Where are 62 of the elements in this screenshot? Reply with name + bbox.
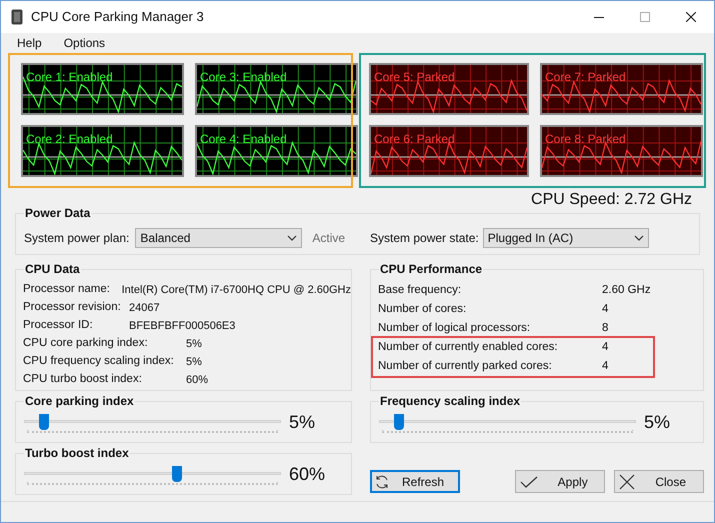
maximize-icon [640, 12, 650, 22]
info-label: Number of cores: [378, 302, 468, 317]
slider-thumb[interactable] [39, 414, 50, 430]
info-value: 5% [186, 354, 202, 370]
info-label: Processor ID: [23, 318, 94, 334]
core-status: Core 2: Enabled [26, 132, 113, 146]
power-state-dropdown[interactable]: Plugged In (AC) [482, 228, 649, 248]
core-status: Core 7: Parked [545, 70, 626, 84]
info-label: Number of currently parked cores: [378, 358, 553, 374]
core-status: Core 8: Parked [545, 132, 626, 146]
core-status: Core 5: Parked [374, 70, 455, 84]
group-title: Frequency scaling index [379, 393, 522, 409]
slider-thumb[interactable] [394, 414, 404, 430]
field-label: System power state: [370, 230, 479, 247]
close-icon [619, 474, 636, 490]
info-value: BFEBFBFF000506E3 [129, 318, 236, 334]
plan-status: Active [312, 230, 346, 247]
info-label: Base frequency: [378, 282, 462, 298]
slider-track[interactable] [379, 412, 636, 436]
chip-icon [11, 9, 23, 25]
checkmark-icon [520, 476, 538, 488]
slider-track[interactable] [24, 412, 281, 436]
minimize-icon [594, 16, 604, 18]
menu-item[interactable]: Options [64, 34, 106, 52]
info-value: Intel(R) Core(TM) i7-6700HQ CPU @ 2.60GHz [122, 282, 351, 298]
info-label: CPU turbo boost index: [23, 372, 143, 388]
info-label: Processor name: [23, 282, 111, 298]
slider-value: 5% [644, 412, 670, 432]
close-button[interactable]: Close [614, 470, 704, 493]
refresh-button[interactable]: Refresh [370, 470, 460, 493]
close-icon [686, 12, 696, 22]
info-value: 2.60 GHz [602, 282, 651, 298]
core-status: Core 4: Enabled [200, 132, 287, 146]
info-value: 24067 [129, 300, 160, 316]
apply-button[interactable]: Apply [514, 470, 606, 493]
chevron-icon [287, 235, 298, 241]
info-label: CPU frequency scaling index: [23, 354, 175, 370]
field-label: System power plan: [24, 230, 130, 247]
info-label: Number of logical processors: [378, 320, 532, 336]
menu-item[interactable]: Help [17, 34, 42, 52]
info-value: 4 [602, 358, 608, 374]
core-status: Core 1: Enabled [26, 70, 113, 84]
info-value: 4 [602, 302, 608, 317]
info-value: 4 [602, 340, 608, 355]
slider-thumb[interactable] [172, 466, 182, 482]
group-title: Core parking index [24, 393, 135, 409]
slider-value: 5% [289, 412, 316, 432]
info-value: 5% [186, 336, 202, 352]
core-status: Core 3: Enabled [200, 70, 287, 84]
info-value: 8 [602, 320, 608, 336]
info-label: Number of currently enabled cores: [378, 340, 559, 355]
info-label: Processor revision: [23, 300, 122, 316]
cpu-speed: CPU Speed: 2.72 GHz [531, 191, 692, 209]
slider-value: 60% [289, 464, 326, 484]
power-plan-dropdown[interactable]: Balanced [135, 228, 302, 248]
info-value: 60% [186, 372, 208, 388]
core-status: Core 6: Parked [374, 132, 455, 146]
chevron-icon [634, 235, 644, 241]
slider-track[interactable] [24, 464, 281, 488]
info-label: CPU core parking index: [23, 336, 149, 352]
refresh-icon [374, 474, 390, 490]
window-title: CPU Core Parking Manager 3 [31, 8, 204, 26]
